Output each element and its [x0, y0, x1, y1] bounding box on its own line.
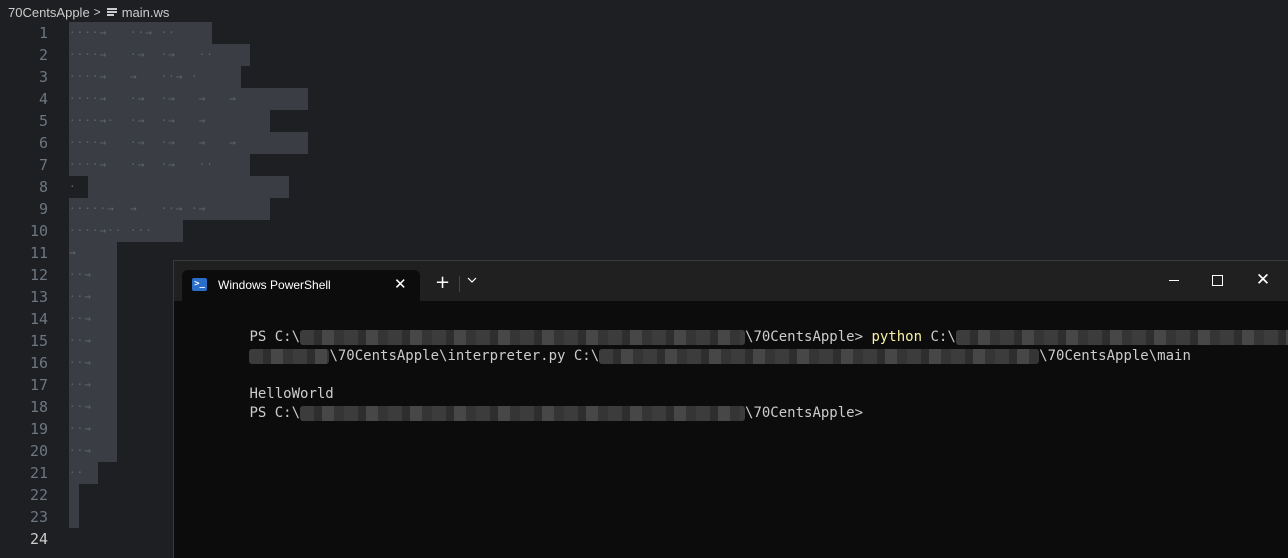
line-number: 1: [38, 24, 48, 42]
line-number: 2: [38, 46, 48, 64]
terminal-line: PS C:\ \70CentsApple> python C:\: [182, 309, 1288, 345]
chevron-down-icon[interactable]: [467, 275, 477, 285]
line-number: 18: [29, 398, 48, 416]
whitespace-markers: ··→: [69, 290, 92, 303]
line-number: 6: [38, 134, 48, 152]
prompt-text: \70CentsApple>: [745, 405, 864, 421]
line-number: 16: [29, 354, 48, 372]
minimize-button[interactable]: [1161, 269, 1187, 291]
whitespace-markers: ····→ → ··→ ·: [69, 70, 199, 83]
line-number: 17: [29, 376, 48, 394]
whitespace-markers: ·····→ → ··→ ·→: [69, 202, 207, 215]
line-number: 11: [29, 244, 48, 262]
line-number: 12: [29, 266, 48, 284]
line-number: 3: [38, 68, 48, 86]
terminal-line: PS C:\ \70CentsApple>: [182, 385, 1288, 421]
line-number: 21: [29, 464, 48, 482]
whitespace-markers: ··: [69, 466, 85, 479]
new-tab-button[interactable]: +: [435, 273, 450, 293]
whitespace-markers: ·: [69, 180, 77, 193]
powershell-terminal-window[interactable]: >_ Windows PowerShell ✕ + ✕ PS C:\ \70Cen…: [173, 260, 1288, 558]
breadcrumb-file[interactable]: main.ws: [122, 5, 170, 20]
file-lines-icon: [106, 7, 117, 17]
tab-title: Windows PowerShell: [218, 278, 331, 292]
whitespace-markers: ····→ ·→ ·→ → →: [69, 92, 237, 105]
whitespace-markers: ··→: [69, 444, 92, 457]
whitespace-markers: ····→ ·→ ·→ → →: [69, 136, 237, 149]
whitespace-markers: ··→: [69, 422, 92, 435]
whitespace-markers: ····→· ·→ ·→ →: [69, 114, 207, 127]
line-number: 10: [29, 222, 48, 240]
line-number: 9: [38, 200, 48, 218]
line-number: 24: [29, 530, 48, 548]
redacted-path: [300, 406, 746, 421]
whitespace-markers: ····→ ·→ ·→ ··: [69, 48, 214, 61]
breadcrumb-separator: >: [93, 5, 101, 19]
line-number: 19: [29, 420, 48, 438]
whitespace-markers: →: [69, 246, 77, 259]
whitespace-markers: ··→: [69, 312, 92, 325]
line-number: 7: [38, 156, 48, 174]
selection-highlight: [69, 484, 79, 506]
whitespace-markers: ··→: [69, 356, 92, 369]
line-number: 15: [29, 332, 48, 350]
whitespace-markers: ··→: [69, 378, 92, 391]
line-number: 8: [38, 178, 48, 196]
app-window: 70CentsApple > main.ws 1 2 3 4 5 6 7 8 9 10 11 12 13…: [0, 0, 1288, 558]
line-number-gutter: 1 2 3 4 5 6 7 8 9 10 11 12 13 14 15 16 17 18 19 20 21 22 23 24: [0, 22, 48, 550]
whitespace-markers: ··→: [69, 334, 92, 347]
line-number: 20: [29, 442, 48, 460]
line-number: 13: [29, 288, 48, 306]
line-number: 4: [38, 90, 48, 108]
whitespace-markers: ··→: [69, 400, 92, 413]
line-number: 22: [29, 486, 48, 504]
maximize-button[interactable]: [1204, 269, 1230, 291]
minimize-icon: [1169, 280, 1179, 281]
maximize-icon: [1211, 275, 1223, 286]
powershell-icon: >_: [192, 278, 207, 291]
breadcrumb-folder[interactable]: 70CentsApple: [8, 5, 90, 20]
terminal-output[interactable]: PS C:\ \70CentsApple> python C:\ \70Cents…: [182, 309, 1288, 421]
terminal-titlebar[interactable]: >_ Windows PowerShell ✕ + ✕: [174, 261, 1288, 301]
line-number: 23: [29, 508, 48, 526]
whitespace-markers: ····→ ··→ ··: [69, 26, 176, 39]
whitespace-markers: ····→ ·→ ·→ ··: [69, 158, 214, 171]
whitespace-markers: ··→: [69, 268, 92, 281]
terminal-line: \70CentsApple\interpreter.py C:\ \70Cents…: [182, 328, 1288, 364]
terminal-line: HelloWorld: [182, 366, 1288, 402]
terminal-tab[interactable]: >_ Windows PowerShell ✕: [182, 270, 420, 301]
breadcrumb: 70CentsApple > main.ws: [8, 3, 169, 21]
tab-divider: [459, 276, 460, 292]
prompt-text: PS C:\: [249, 405, 301, 421]
selection-highlight: [88, 176, 289, 198]
line-number: 5: [38, 112, 48, 130]
line-number: 14: [29, 310, 48, 328]
whitespace-markers: ····→·· ···: [69, 224, 153, 237]
close-window-button[interactable]: ✕: [1250, 269, 1276, 291]
selection-highlight: [69, 506, 79, 528]
close-tab-icon[interactable]: ✕: [394, 275, 407, 293]
